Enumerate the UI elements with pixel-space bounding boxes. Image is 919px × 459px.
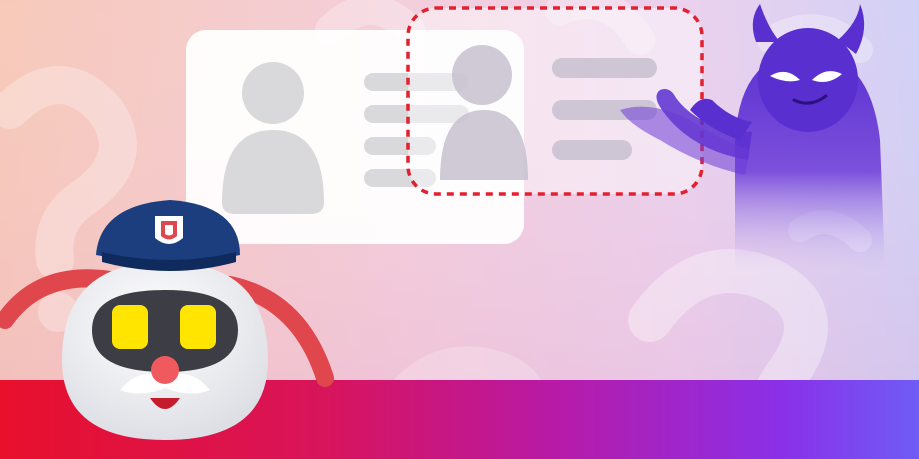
robot-eye-left [112,305,148,349]
robot-eye-right [180,305,216,349]
illustration-scene [0,0,919,459]
shield-badge-icon [155,216,183,244]
scene-svg [0,0,919,459]
